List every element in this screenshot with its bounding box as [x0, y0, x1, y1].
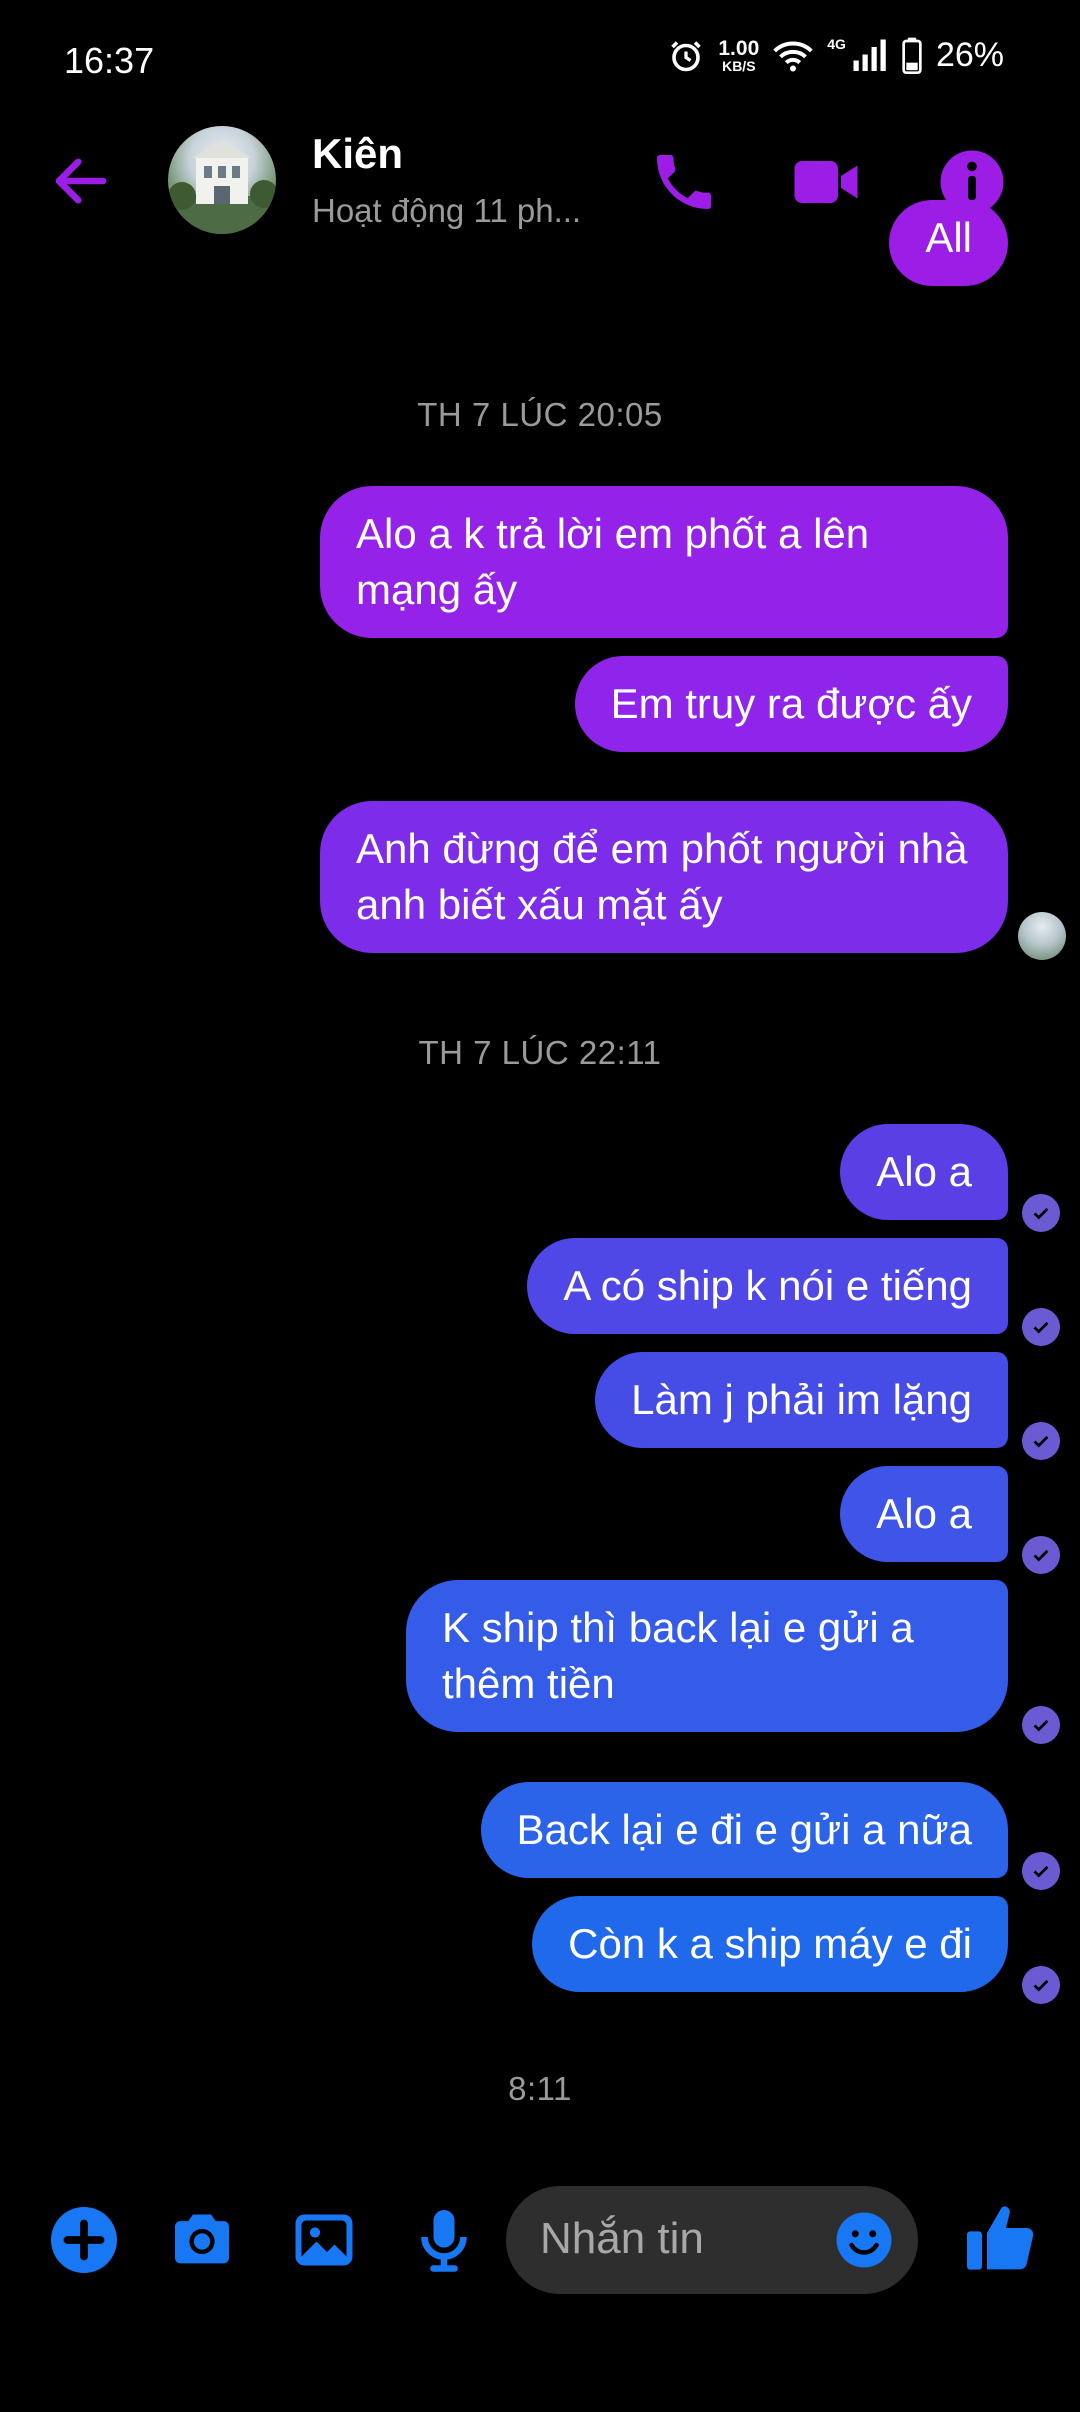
emoji-icon[interactable] [834, 2210, 894, 2270]
message-bubble[interactable]: A có ship k nói e tiếng [527, 1238, 1008, 1334]
message-bubble[interactable]: Em truy ra được ấy [574, 656, 1008, 752]
time-separator: TH 7 LÚC 20:05 [417, 396, 663, 433]
alarm-icon [671, 40, 702, 71]
message-input[interactable]: Nhắn tin [506, 2186, 918, 2294]
status-time: 16:37 [64, 40, 155, 81]
message-bubble[interactable]: Làm j phải im lặng [595, 1352, 1008, 1448]
net-speed-value: 1.00 [718, 37, 760, 60]
network-type: 4G [827, 35, 846, 52]
read-receipt-avatar [1018, 912, 1066, 960]
contact-name[interactable]: Kiên [312, 130, 403, 178]
signal-icon [853, 39, 886, 71]
seen-check-icon [1022, 1422, 1060, 1460]
seen-check-icon [1022, 1536, 1060, 1574]
message-bubble[interactable]: Back lại e đi e gửi a nữa [480, 1782, 1008, 1878]
messenger-chat-screen: 16:37 1.00 KB/S 4G 26% Kiên Hoạt động 11… [0, 0, 1080, 2412]
plus-icon[interactable] [48, 2204, 120, 2276]
status-icons: 1.00 KB/S 4G 26% [668, 36, 1004, 75]
seen-check-icon [1022, 1706, 1060, 1744]
net-speed-unit: KB/S [722, 58, 756, 74]
contact-active-status: Hoạt động 11 ph... [312, 192, 582, 229]
net-speed: 1.00 KB/S [718, 38, 759, 73]
battery-percent: 26% [935, 36, 1004, 74]
message-bubble[interactable]: Alo a k trả lời em phốt a lên mạng ấy [320, 486, 1008, 638]
message-bubble[interactable]: Alo a [840, 1466, 1008, 1562]
message-composer: Nhắn tin [0, 2170, 1080, 2310]
status-bar: 16:37 1.00 KB/S 4G 26% [0, 0, 1080, 120]
avatar-house-image [168, 140, 276, 234]
seen-check-icon [1022, 1308, 1060, 1346]
seen-check-icon [1022, 1966, 1060, 2004]
avatar[interactable] [168, 126, 276, 234]
camera-icon[interactable] [166, 2204, 238, 2276]
video-camera-icon[interactable] [790, 146, 862, 218]
gallery-icon[interactable] [288, 2204, 360, 2276]
message-input-placeholder: Nhắn tin [540, 2214, 704, 2263]
message-bubble[interactable]: K ship thì back lại e gửi a thêm tiền [406, 1580, 1008, 1732]
thumbs-up-icon[interactable] [962, 2198, 1042, 2278]
battery-icon [902, 37, 922, 74]
phone-icon[interactable] [648, 146, 720, 218]
message-bubble-partial[interactable]: All [889, 200, 1008, 286]
seen-check-icon [1022, 1194, 1060, 1232]
microphone-icon[interactable] [408, 2204, 480, 2276]
message-bubble[interactable]: Alo a [840, 1124, 1008, 1220]
message-list[interactable]: All TH 7 LÚC 20:05 Alo a k trả lời em ph… [0, 200, 1080, 2144]
message-bubble[interactable]: Còn k a ship máy e đi [532, 1896, 1008, 1992]
back-arrow-icon[interactable] [48, 148, 114, 214]
wifi-icon [773, 41, 813, 71]
time-separator: TH 7 LÚC 22:11 [418, 1034, 662, 1071]
seen-check-icon [1022, 1852, 1060, 1890]
time-separator: 8:11 [508, 2070, 572, 2107]
message-bubble[interactable]: Anh đừng để em phốt người nhà anh biết x… [320, 801, 1008, 953]
